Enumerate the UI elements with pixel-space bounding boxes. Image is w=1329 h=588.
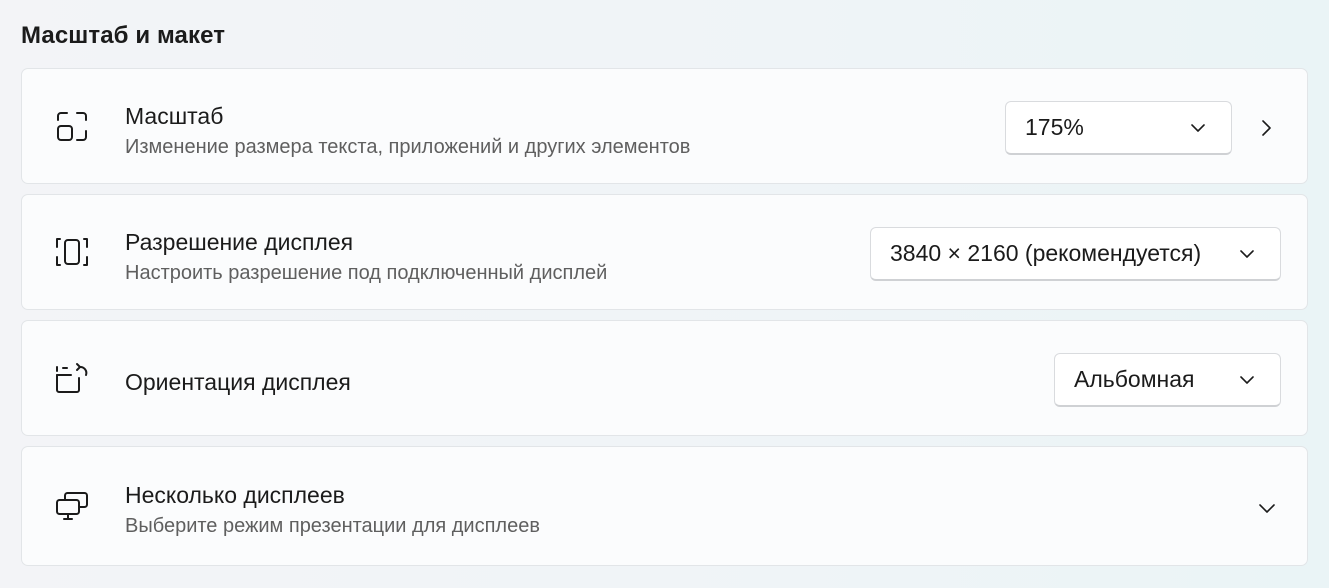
scale-icon — [53, 107, 91, 145]
scale-card[interactable]: Масштаб Изменение размера текста, прилож… — [21, 68, 1308, 184]
scale-subtitle: Изменение размера текста, приложений и д… — [125, 136, 691, 158]
chevron-down-icon[interactable] — [1257, 498, 1277, 518]
chevron-down-icon — [1238, 245, 1256, 263]
multiple-displays-card[interactable]: Несколько дисплеев Выберите режим презен… — [21, 446, 1308, 566]
orientation-icon — [53, 359, 91, 397]
multiple-displays-title: Несколько дисплеев — [125, 482, 345, 508]
orientation-dropdown-value: Альбомная — [1074, 366, 1195, 392]
section-title: Масштаб и макет — [21, 22, 226, 49]
orientation-dropdown[interactable]: Альбомная — [1054, 353, 1281, 407]
resolution-card[interactable]: Разрешение дисплея Настроить разрешение … — [21, 194, 1308, 310]
chevron-right-icon[interactable] — [1256, 118, 1276, 138]
resolution-dropdown[interactable]: 3840 × 2160 (рекомендуется) — [870, 227, 1281, 281]
resolution-dropdown-value: 3840 × 2160 (рекомендуется) — [890, 240, 1202, 266]
scale-dropdown-value: 175% — [1025, 114, 1084, 140]
scale-title: Масштаб — [125, 103, 224, 129]
chevron-down-icon — [1189, 119, 1207, 137]
multiple-displays-subtitle: Выберите режим презентации для дисплеев — [125, 515, 540, 537]
resolution-icon — [53, 233, 91, 271]
resolution-subtitle: Настроить разрешение под подключенный ди… — [125, 262, 608, 284]
scale-dropdown[interactable]: 175% — [1005, 101, 1232, 155]
chevron-down-icon — [1238, 371, 1256, 389]
orientation-title: Ориентация дисплея — [125, 369, 351, 395]
multiple-displays-icon — [53, 487, 91, 525]
resolution-title: Разрешение дисплея — [125, 229, 354, 255]
orientation-card[interactable]: Ориентация дисплея Альбомная — [21, 320, 1308, 436]
